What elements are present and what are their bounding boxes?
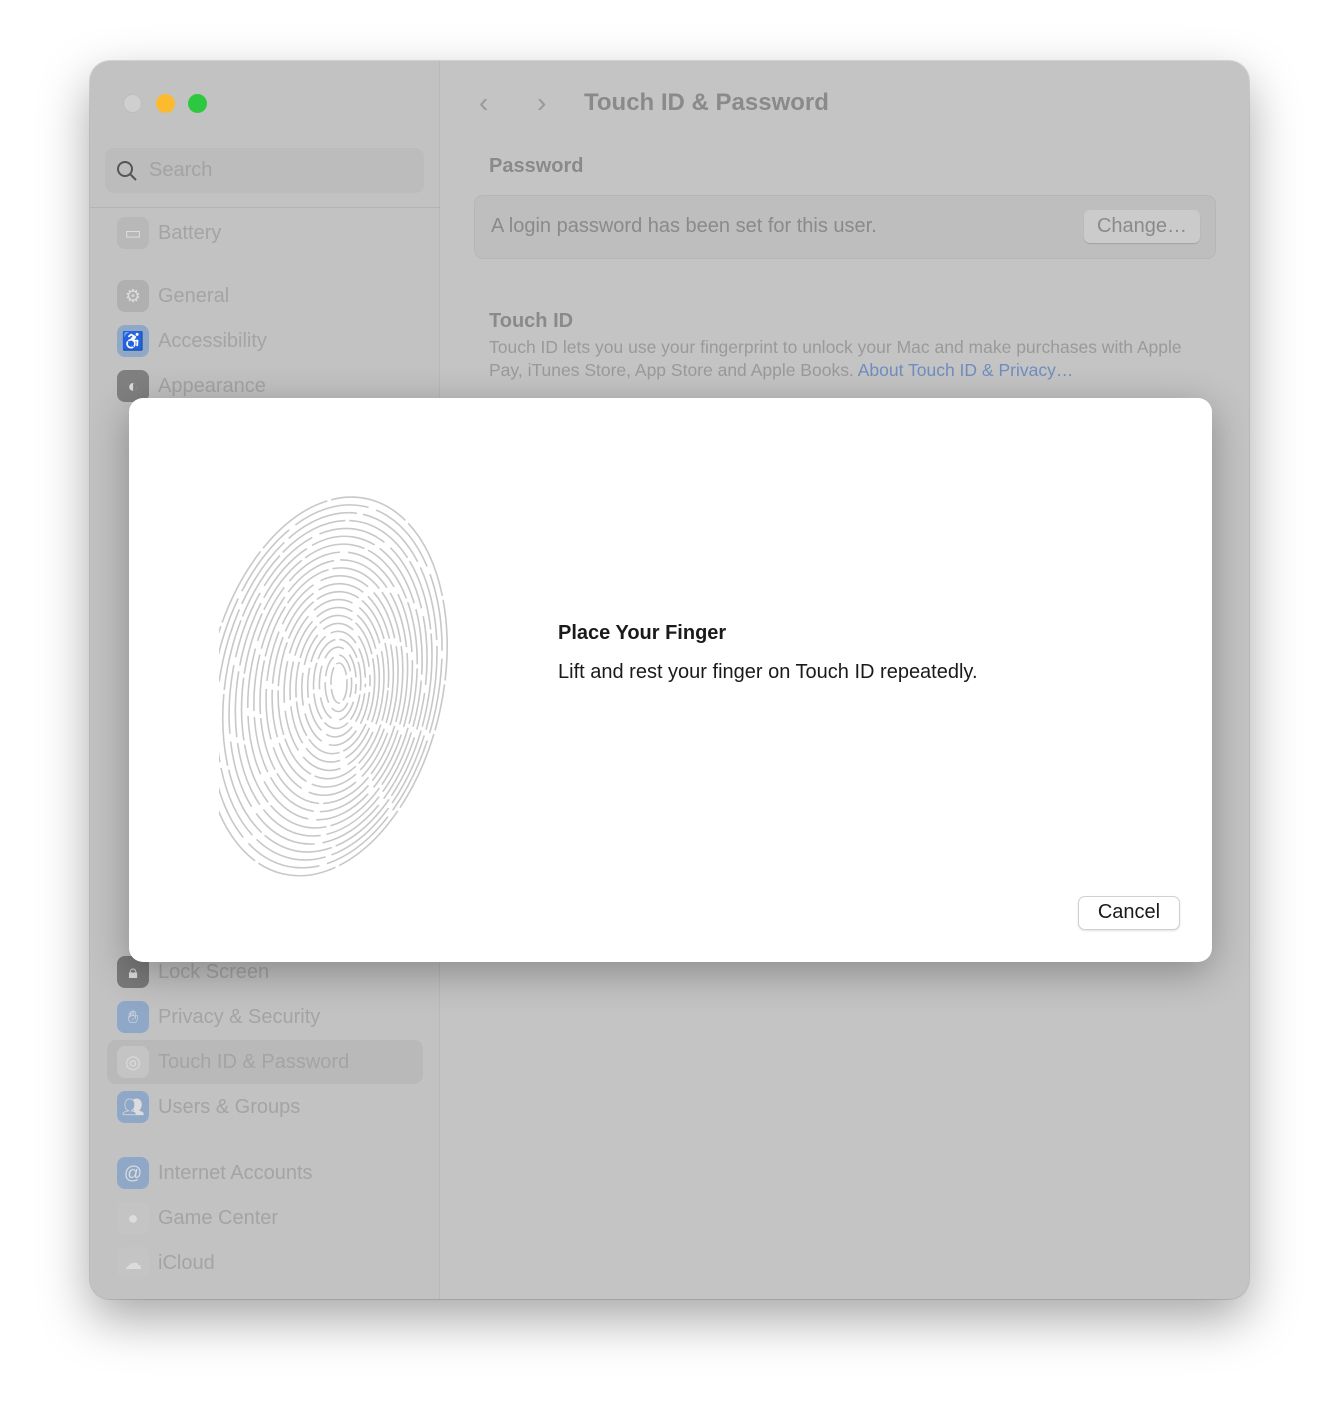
sidebar-item-label: Appearance xyxy=(158,374,266,397)
change-password-button[interactable]: Change… xyxy=(1083,210,1200,243)
zoom-button[interactable] xyxy=(188,94,207,113)
search-icon xyxy=(117,161,137,181)
sidebar-item-label: General xyxy=(158,284,230,307)
sidebar-item-label: Battery xyxy=(158,221,222,244)
password-heading: Password xyxy=(489,155,584,177)
sidebar-item-privacy-security[interactable]: ✋︎ Privacy & Security xyxy=(107,995,423,1039)
accessibility-icon: ♿ xyxy=(117,325,149,357)
touchid-heading: Touch ID xyxy=(489,310,574,332)
fingerprint-ridge xyxy=(306,630,367,738)
search-input[interactable]: Search xyxy=(105,148,424,193)
search-placeholder: Search xyxy=(149,159,213,181)
cancel-button[interactable]: Cancel xyxy=(1078,896,1180,930)
sidebar-item-touch-id-password[interactable]: ◎ Touch ID & Password xyxy=(107,1040,423,1084)
dialog-title: Place Your Finger xyxy=(558,622,727,644)
password-row: A login password has been set for this u… xyxy=(474,195,1216,259)
password-status: A login password has been set for this u… xyxy=(491,215,877,237)
sidebar-item-label: Privacy & Security xyxy=(158,1005,321,1028)
fingerprint-icon: ◎ xyxy=(117,1046,149,1078)
sidebar-item-label: Accessibility xyxy=(158,329,267,352)
sidebar-item-icloud[interactable]: ☁ iCloud xyxy=(107,1241,423,1285)
fingerprint-ridge xyxy=(283,598,385,772)
sidebar-item-users-groups[interactable]: 👥︎ Users & Groups xyxy=(107,1085,423,1129)
fingerprint-ridge xyxy=(259,567,404,805)
battery-icon: ▭ xyxy=(117,217,149,249)
close-button[interactable] xyxy=(123,94,142,113)
enroll-dialog: Place Your Finger Lift and rest your fin… xyxy=(129,398,1212,962)
cloud-icon: ☁ xyxy=(117,1247,149,1279)
page-title: Touch ID & Password xyxy=(584,89,829,116)
touchid-description: Touch ID lets you use your fingerprint t… xyxy=(489,336,1209,382)
users-icon: 👥︎ xyxy=(117,1091,149,1123)
about-touchid-link[interactable]: About Touch ID & Privacy… xyxy=(858,360,1074,380)
back-button[interactable]: ‹ xyxy=(479,87,488,119)
sidebar-item-label: Users & Groups xyxy=(158,1095,301,1118)
sidebar-item-accessibility[interactable]: ♿ Accessibility xyxy=(107,319,423,363)
sidebar-item-general[interactable]: ⚙ General xyxy=(107,274,423,318)
sidebar-item-battery[interactable]: ▭ Battery xyxy=(107,211,423,255)
sidebar-item-label: Internet Accounts xyxy=(158,1161,313,1184)
fingerprint-ridge xyxy=(330,662,348,704)
sidebar-item-label: Lock Screen xyxy=(158,960,270,983)
sidebar-item-game-center[interactable]: ● Game Center xyxy=(107,1196,423,1240)
dialog-message: Lift and rest your finger on Touch ID re… xyxy=(558,661,978,683)
sidebar-item-label: Game Center xyxy=(158,1206,279,1229)
sidebar-item-label: iCloud xyxy=(158,1251,215,1274)
fingerprint-icon xyxy=(219,496,448,877)
sidebar-item-label: Touch ID & Password xyxy=(158,1050,350,1073)
forward-button[interactable]: › xyxy=(537,87,546,119)
sidebar-item-internet-accounts[interactable]: @ Internet Accounts xyxy=(107,1151,423,1195)
divider xyxy=(90,207,440,208)
hand-icon: ✋︎ xyxy=(117,1001,149,1033)
game-center-icon: ● xyxy=(117,1202,149,1234)
at-icon: @ xyxy=(117,1157,149,1189)
touchid-desc-text: Touch ID lets you use your fingerprint t… xyxy=(489,337,1182,380)
minimize-button[interactable] xyxy=(156,94,175,113)
gear-icon: ⚙ xyxy=(117,280,149,312)
